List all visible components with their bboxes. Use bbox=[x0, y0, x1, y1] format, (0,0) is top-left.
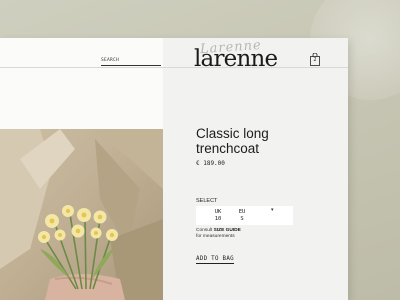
brand-logo[interactable]: larenne bbox=[194, 46, 278, 72]
search-input[interactable]: SEARCH bbox=[101, 58, 161, 66]
bag-count-badge: 2 bbox=[313, 57, 317, 63]
shopping-bag-button[interactable]: 2 bbox=[310, 52, 320, 66]
size-select-label: SELECT bbox=[196, 198, 218, 204]
add-to-bag-button[interactable]: ADD TO BAG bbox=[196, 256, 234, 264]
product-price: € 189.00 bbox=[196, 160, 225, 167]
size-eu-value: S bbox=[240, 215, 244, 222]
product-title-line-1: Classic long bbox=[196, 126, 269, 141]
size-select-dropdown[interactable]: UK 10 EU S ▾ bbox=[196, 206, 293, 225]
search-label: SEARCH bbox=[101, 58, 120, 63]
size-eu: EU S bbox=[234, 209, 250, 222]
product-title: Classic long trenchcoat bbox=[196, 126, 326, 156]
consult-suffix: for measurements bbox=[196, 233, 235, 239]
trenchcoat-with-daffodils-image bbox=[0, 129, 163, 300]
product-photo bbox=[0, 129, 163, 300]
consult-prefix: Consult bbox=[196, 228, 214, 233]
chevron-down-icon: ▾ bbox=[271, 207, 274, 213]
product-title-line-2: trenchcoat bbox=[196, 141, 260, 156]
size-guide-link[interactable]: SIZE GUIDE bbox=[214, 228, 241, 233]
product-page-card: SEARCH Larenne larenne 2 Classic long tr… bbox=[0, 38, 348, 300]
header-divider bbox=[0, 67, 348, 68]
size-uk-value: 10 bbox=[214, 215, 222, 222]
size-uk: UK 10 bbox=[210, 209, 226, 222]
size-guide-note: Consult SIZE GUIDE for measurements bbox=[196, 228, 241, 239]
